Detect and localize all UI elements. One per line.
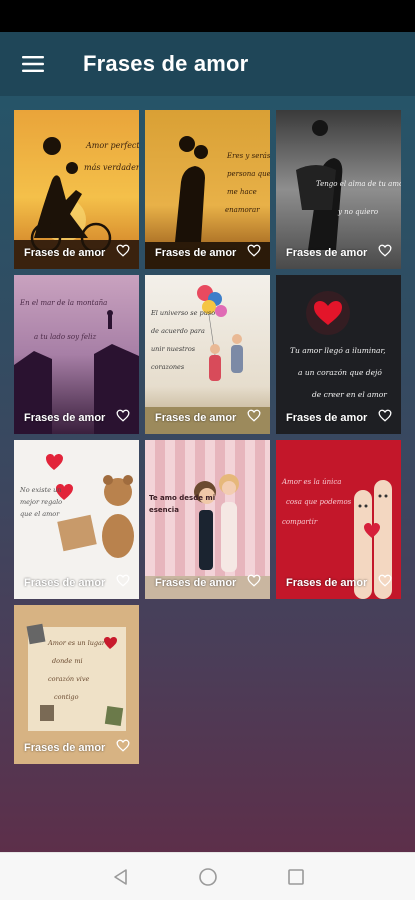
- svg-text:donde mi: donde mi: [52, 657, 83, 665]
- card-label: Frases de amor: [286, 577, 368, 589]
- hamburger-menu-icon: [22, 56, 44, 72]
- heart-outline-icon[interactable]: [116, 409, 130, 422]
- svg-text:persona que: persona que: [227, 170, 270, 178]
- svg-text:que el amor: que el amor: [20, 510, 60, 518]
- menu-button[interactable]: [0, 32, 66, 96]
- svg-text:y no quiero: y no quiero: [337, 208, 378, 216]
- svg-text:compartir: compartir: [282, 518, 318, 526]
- card-label: Frases de amor: [155, 247, 237, 259]
- status-bar: [0, 0, 415, 32]
- heart-outline-icon[interactable]: [378, 409, 392, 422]
- svg-text:contigo: contigo: [54, 693, 79, 701]
- svg-text:a tu lado soy feliz: a tu lado soy feliz: [34, 333, 96, 341]
- svg-text:de acuerdo para: de acuerdo para: [151, 327, 205, 335]
- heart-outline-icon[interactable]: [247, 244, 261, 257]
- phrase-card[interactable]: En el mar de la montaña a tu lado soy fe…: [14, 275, 139, 434]
- home-circle-icon: [198, 867, 217, 886]
- card-label: Frases de amor: [24, 577, 106, 589]
- back-triangle-icon: [113, 868, 127, 885]
- svg-text:cosa que podemos: cosa que podemos: [286, 498, 352, 506]
- phrase-card[interactable]: Amor es un lugar donde mi corazón vive c…: [14, 605, 139, 764]
- svg-text:me hace: me hace: [227, 188, 257, 196]
- svg-text:a un corazón que dejó: a un corazón que dejó: [298, 368, 382, 377]
- phrase-card[interactable]: Tu amor llegó a iluminar, a un corazón q…: [276, 275, 401, 434]
- phrase-card[interactable]: El universo se puso de acuerdo para unir…: [145, 275, 270, 434]
- heart-outline-icon[interactable]: [378, 244, 392, 257]
- card-label: Frases de amor: [24, 412, 106, 424]
- svg-text:enamorar: enamorar: [225, 206, 260, 214]
- app-bar: Frases de amor: [0, 32, 415, 96]
- recents-square-icon: [287, 868, 304, 885]
- svg-text:No existe un: No existe un: [19, 486, 62, 494]
- card-label: Frases de amor: [155, 412, 237, 424]
- nav-home-button[interactable]: [164, 853, 252, 900]
- heart-outline-icon[interactable]: [247, 409, 261, 422]
- svg-text:Te amo desde mi: Te amo desde mi: [149, 494, 215, 502]
- heart-outline-icon[interactable]: [116, 739, 130, 752]
- heart-outline-icon[interactable]: [116, 574, 130, 587]
- card-label: Frases de amor: [155, 577, 237, 589]
- svg-text:más verdadero: más verdadero: [84, 163, 139, 172]
- svg-text:Eres y serás la: Eres y serás la: [226, 152, 270, 160]
- svg-text:esencia: esencia: [149, 506, 179, 514]
- card-label: Frases de amor: [24, 742, 106, 754]
- svg-text:unir nuestros: unir nuestros: [151, 345, 196, 353]
- svg-text:Tengo el alma de tu amor: Tengo el alma de tu amor: [316, 180, 401, 188]
- card-label: Frases de amor: [286, 412, 368, 424]
- phrase-card[interactable]: Tengo el alma de tu amor y no quiero Fra…: [276, 110, 401, 269]
- svg-text:Amor perfecto: Amor perfecto: [85, 141, 139, 150]
- svg-text:Amor es la única: Amor es la única: [281, 478, 341, 486]
- phrase-card[interactable]: Amor perfecto más verdadero Frases de am…: [14, 110, 139, 269]
- nav-back-button[interactable]: [76, 853, 164, 900]
- phrase-card[interactable]: Te amo desde mi esencia Frases de amor: [145, 440, 270, 599]
- nav-recents-button[interactable]: [252, 853, 340, 900]
- phrase-card[interactable]: Eres y serás la persona que me hace enam…: [145, 110, 270, 269]
- heart-outline-icon[interactable]: [116, 244, 130, 257]
- svg-text:Tu amor llegó a iluminar,: Tu amor llegó a iluminar,: [290, 346, 386, 355]
- phrase-grid: Amor perfecto más verdadero Frases de am…: [14, 110, 401, 764]
- phrase-card[interactable]: No existe un mejor regalo que el amor Fr…: [14, 440, 139, 599]
- svg-text:En el mar de la montaña: En el mar de la montaña: [19, 299, 107, 307]
- page-title: Frases de amor: [83, 51, 249, 76]
- svg-text:Amor es un lugar: Amor es un lugar: [47, 639, 106, 647]
- svg-text:El universo se puso: El universo se puso: [150, 309, 215, 317]
- card-label: Frases de amor: [24, 247, 106, 259]
- svg-text:mejor regalo: mejor regalo: [20, 498, 62, 506]
- svg-text:corazones: corazones: [151, 363, 185, 371]
- svg-text:de creer en el amor: de creer en el amor: [312, 390, 387, 399]
- content-area: Amor perfecto más verdadero Frases de am…: [0, 96, 415, 852]
- svg-text:corazón vive: corazón vive: [48, 675, 90, 683]
- phrase-card[interactable]: Amor es la única cosa que podemos compar…: [276, 440, 401, 599]
- heart-outline-icon[interactable]: [378, 574, 392, 587]
- system-nav-bar: [0, 852, 415, 900]
- heart-outline-icon[interactable]: [247, 574, 261, 587]
- card-label: Frases de amor: [286, 247, 368, 259]
